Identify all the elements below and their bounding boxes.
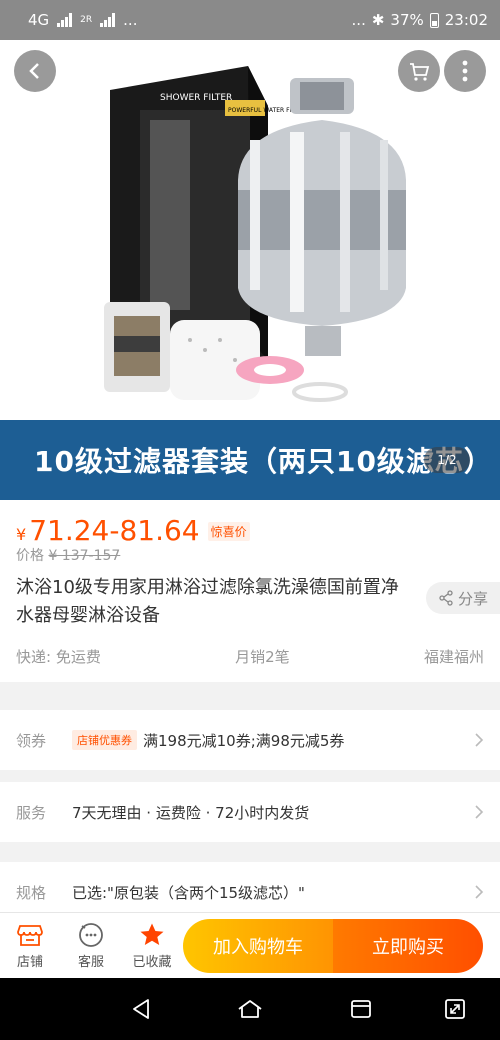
spec-label: 规格 — [16, 883, 47, 902]
product-photo: SHOWER FILTER POWERFUL WATER FILTRATION — [104, 66, 406, 402]
cart-button[interactable] — [398, 50, 440, 92]
add-to-cart-button[interactable]: 加入购物车 — [183, 919, 333, 973]
more-button[interactable] — [444, 50, 486, 92]
signal-icon — [57, 13, 73, 27]
status-bar: 4G 2R ... ... ✱ 37% 23:02 — [0, 0, 500, 40]
expand-icon — [445, 999, 465, 1019]
coupon-text: 满198元减10券;满98元减5券 — [143, 731, 345, 750]
chat-icon — [79, 923, 103, 947]
more-vertical-icon — [462, 60, 468, 82]
status-dots-right: ... — [351, 11, 366, 29]
price-range: 71.24-81.64 — [29, 514, 200, 547]
chevron-right-icon — [475, 733, 484, 747]
chevron-left-icon — [29, 63, 39, 79]
nav-back-button[interactable] — [124, 992, 158, 1026]
currency-symbol: ¥ — [16, 525, 27, 544]
buy-now-button[interactable]: 立即购买 — [333, 919, 483, 973]
product-info: ¥ 71.24-81.64 惊喜价 价格 ¥ 137-157 沐浴10级专用家用… — [0, 500, 500, 682]
original-price-value: ¥ 137-157 — [48, 548, 121, 564]
recents-icon — [351, 1000, 371, 1018]
back-button[interactable] — [14, 50, 56, 92]
shop-tab[interactable]: 店铺 — [2, 919, 58, 970]
triangle-back-icon — [133, 999, 149, 1019]
network-type: 4G — [28, 11, 50, 29]
product-title: 沐浴10级专用家用淋浴过滤除氯洗澡德国前置净水器母婴淋浴设备 — [16, 577, 399, 626]
price-tag: 惊喜价 — [207, 522, 250, 541]
original-price: 价格 ¥ 137-157 — [16, 545, 120, 565]
favorite-tab[interactable]: 已收藏 — [124, 919, 180, 970]
bottom-action-bar: 店铺 客服 已收藏 加入购物车 立即购买 — [0, 912, 500, 978]
star-icon — [140, 923, 164, 945]
favorite-label: 已收藏 — [132, 955, 172, 970]
monthly-sales: 月销2笔 — [235, 648, 290, 666]
shop-coupon-tag: 店铺优惠券 — [72, 730, 137, 750]
share-icon — [439, 590, 453, 606]
customer-service-label: 客服 — [77, 955, 104, 970]
system-navigation-bar — [0, 978, 500, 1040]
coupon-row[interactable]: 领券 店铺优惠券 满198元减10券;满98元减5券 — [0, 710, 500, 770]
signal-icon-2 — [100, 13, 116, 27]
share-button[interactable]: 分享 — [426, 582, 500, 614]
product-image[interactable]: SHOWER FILTER POWERFUL WATER FILTRATION — [0, 40, 500, 420]
cart-icon — [410, 63, 430, 81]
home-icon — [238, 1000, 262, 1018]
shop-icon — [17, 925, 43, 946]
service-text: 7天无理由 · 运费险 · 72小时内发货 — [72, 803, 310, 822]
shop-label: 店铺 — [16, 955, 43, 970]
price: ¥ 71.24-81.64 惊喜价 — [16, 514, 250, 547]
share-label: 分享 — [457, 589, 488, 608]
ship-location: 福建福州 — [423, 648, 484, 666]
chevron-right-icon — [475, 805, 484, 819]
shipping-info: 快递: 免运费 — [16, 648, 101, 666]
coupon-label: 领券 — [16, 731, 47, 750]
nav-home-button[interactable] — [233, 992, 267, 1026]
battery-icon — [429, 12, 439, 28]
sim2-label: 2R — [80, 15, 93, 25]
box-label: SHOWER FILTER — [160, 93, 232, 103]
spec-text: 已选:"原包装（含两个15级滤芯）" — [72, 883, 305, 902]
original-price-label: 价格 — [16, 548, 44, 564]
customer-service-tab[interactable]: 客服 — [63, 919, 119, 970]
product-meta: 快递: 免运费 月销2笔 福建福州 — [16, 646, 484, 667]
status-dots-left: ... — [123, 11, 138, 29]
service-row[interactable]: 服务 7天无理由 · 运费险 · 72小时内发货 — [0, 782, 500, 842]
image-page-indicator: 1/2 — [424, 447, 470, 473]
clock: 23:02 — [444, 11, 488, 29]
service-label: 服务 — [16, 803, 47, 822]
bluetooth-icon: ✱ — [371, 11, 385, 29]
battery-percent: 37% — [390, 11, 424, 29]
nav-expand-button[interactable] — [438, 992, 472, 1026]
nav-recents-button[interactable] — [344, 992, 378, 1026]
chevron-right-icon — [475, 885, 484, 899]
